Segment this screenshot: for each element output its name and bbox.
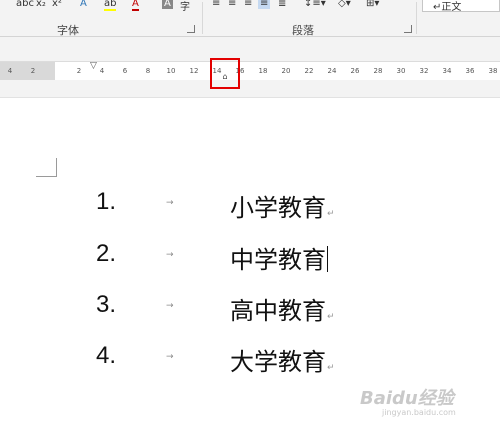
watermark-logo: Baidu经验	[360, 388, 454, 409]
shading-icon[interactable]: ◇▾	[338, 0, 351, 9]
tab-mark: →	[166, 198, 174, 208]
ruler-strip	[0, 80, 500, 98]
list-text: 小学教育↵	[230, 194, 335, 222]
ruler-tick: 20	[281, 67, 291, 75]
ruler-tick: 4	[7, 67, 13, 75]
highlight-button[interactable]: ab	[104, 0, 117, 11]
ruler-tick: 24	[327, 67, 337, 75]
first-line-indent-icon[interactable]: ▽	[90, 62, 97, 71]
list-number: 1.	[96, 188, 117, 215]
list-text: 中学教育	[230, 246, 328, 274]
list-number: 3.	[96, 291, 117, 318]
borders-icon[interactable]: ⊞▾	[366, 0, 379, 9]
list-item[interactable]: 3. → 高中教育↵	[0, 291, 500, 331]
align-left-icon[interactable]: ≡	[212, 0, 220, 9]
ruler-tick: 34	[442, 67, 452, 75]
font-group-label: 字体	[57, 24, 79, 37]
font-dialog-launcher-icon[interactable]	[187, 25, 195, 33]
left-tab-stop-icon[interactable]: ⌂	[221, 72, 229, 81]
horizontal-ruler[interactable]: 4 2 2 4 6 8 10 12 14 16 18 20 22 24 26 2…	[0, 61, 500, 81]
ruler-tick: 2	[30, 67, 36, 75]
ruler-tick: 6	[122, 67, 128, 75]
tab-mark: →	[166, 250, 174, 260]
char-shading-button[interactable]: A	[162, 0, 173, 9]
line-spacing-icon[interactable]: ↕≡▾	[304, 0, 326, 9]
tab-mark: →	[166, 301, 174, 311]
list-text: 高中教育↵	[230, 297, 335, 325]
list-number: 4.	[96, 342, 117, 369]
paragraph-dialog-launcher-icon[interactable]	[404, 25, 412, 33]
justify-icon[interactable]: ≡	[258, 0, 271, 9]
subscript-button[interactable]: x₂	[36, 0, 46, 9]
ruler-tick: 36	[465, 67, 475, 75]
ruler-tick: 32	[419, 67, 429, 75]
text-effects-button[interactable]: A	[80, 0, 87, 9]
ribbon: abc x₂ x² A ab A A 字 ≡ ≡ ≡ ≡ ≣ ↕≡▾ ◇▾ ⊞▾…	[0, 0, 500, 37]
paragraph-group-label: 段落	[292, 24, 314, 37]
superscript-button[interactable]: x²	[52, 0, 62, 9]
ruler-tick: 8	[145, 67, 151, 75]
align-center-icon[interactable]: ≡	[228, 0, 236, 9]
group-separator	[202, 2, 203, 34]
ruler-tick: 4	[99, 67, 105, 75]
list-item[interactable]: 1. → 小学教育↵	[0, 188, 500, 228]
ruler-tick: 28	[373, 67, 383, 75]
ribbon-gap	[0, 37, 500, 61]
ruler-tick: 18	[258, 67, 268, 75]
text-cursor	[327, 246, 328, 272]
ruler-tick: 22	[304, 67, 314, 75]
ruler-tick: 26	[350, 67, 360, 75]
distributed-icon[interactable]: ≣	[278, 0, 286, 9]
style-normal-box[interactable]: ↵正文	[422, 0, 500, 13]
margin-corner-mark	[36, 158, 57, 177]
strikethrough-button[interactable]: abc	[16, 0, 34, 9]
ruler-tick: 12	[189, 67, 199, 75]
list-item[interactable]: 2. → 中学教育	[0, 240, 500, 280]
list-item[interactable]: 4. → 大学教育↵	[0, 342, 500, 382]
enclose-char-button[interactable]: 字	[180, 0, 190, 13]
list-text: 大学教育↵	[230, 348, 335, 376]
tab-mark: →	[166, 352, 174, 362]
watermark-url: jingyan.baidu.com	[382, 408, 456, 417]
font-color-button[interactable]: A	[132, 0, 139, 11]
list-number: 2.	[96, 240, 117, 267]
align-right-icon[interactable]: ≡	[244, 0, 252, 9]
ruler-tick: 10	[166, 67, 176, 75]
ruler-tick: 30	[396, 67, 406, 75]
ruler-tick: 2	[76, 67, 82, 75]
group-separator	[416, 2, 417, 34]
ruler-tick: 38	[488, 67, 498, 75]
